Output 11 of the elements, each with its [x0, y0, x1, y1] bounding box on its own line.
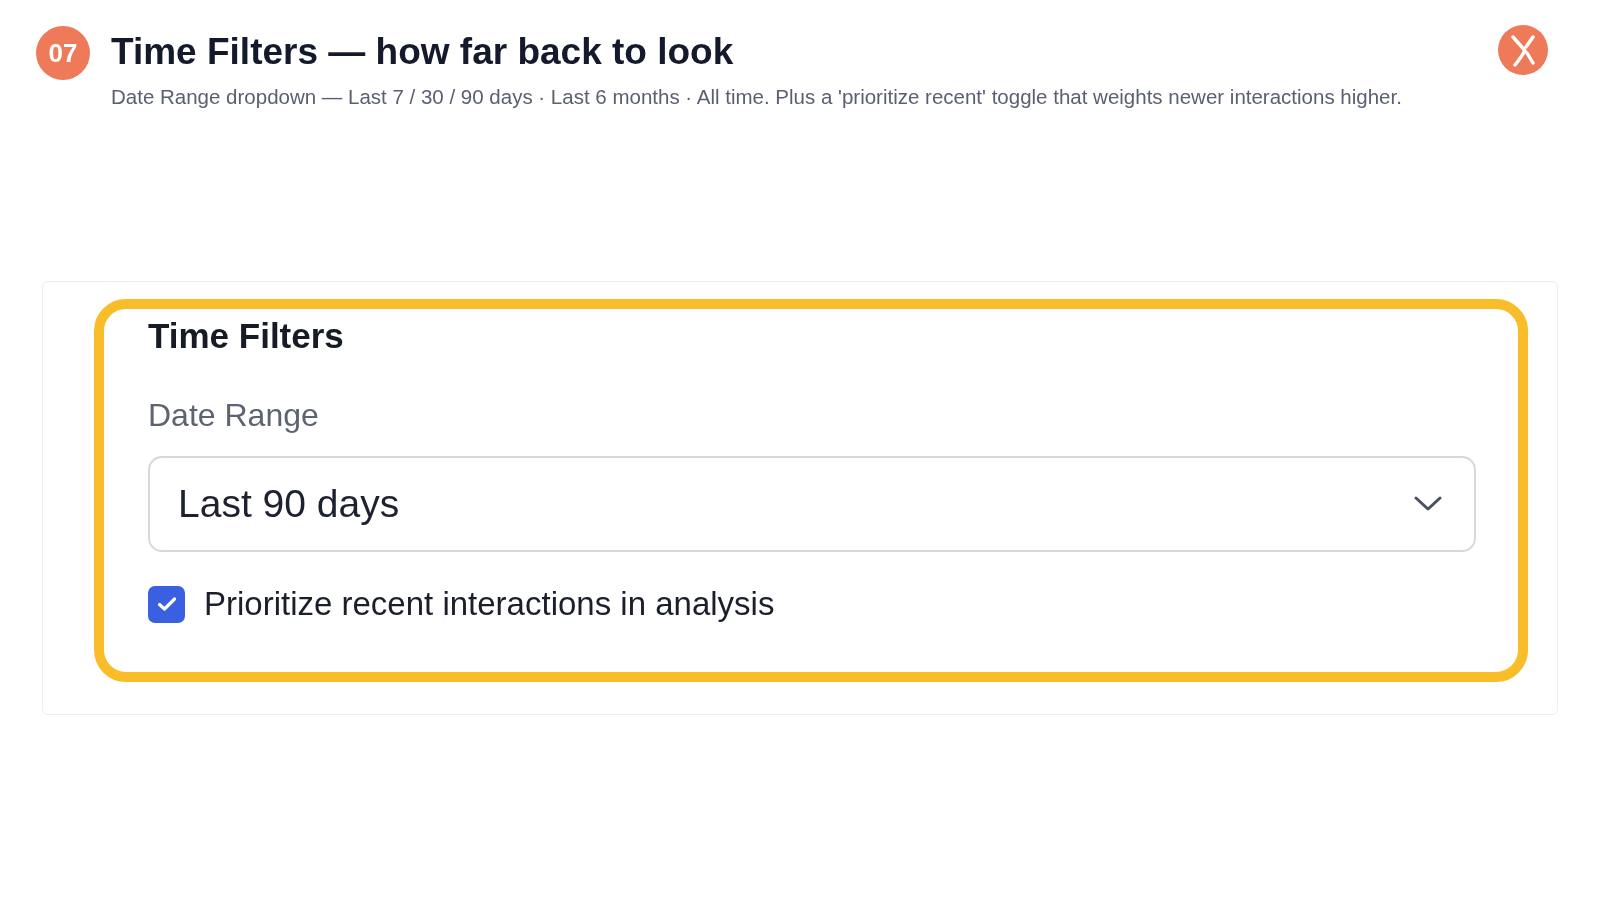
page-subtitle: Date Range dropdown — Last 7 / 30 / 90 days · Last 6 months · All time. Plus a 'prioritize recent' toggle that weights newer interactions higher. [111, 85, 1402, 109]
checkmark-icon [156, 596, 177, 612]
section-heading: Time Filters [148, 316, 344, 356]
field-label: Date Range [148, 396, 319, 434]
step-badge: 07 [36, 26, 90, 80]
logo-icon [1498, 25, 1548, 75]
checkbox-label[interactable]: Prioritize recent interactions in analysis [204, 584, 775, 624]
page-title: Time Filters — how far back to look [111, 30, 734, 74]
chevron-down-icon [1414, 496, 1442, 512]
checkbox[interactable] [148, 585, 185, 623]
date-range-dropdown[interactable]: Last 90 days [148, 456, 1476, 552]
